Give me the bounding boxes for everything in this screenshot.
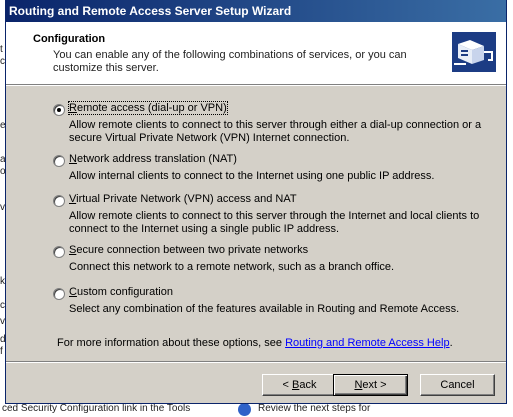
setup-wizard-dialog: Routing and Remote Access Server Setup W…	[5, 0, 507, 404]
option-custom-configuration-label[interactable]: Custom configuration	[69, 286, 173, 298]
wizard-header: Configuration You can enable any of the …	[6, 22, 506, 84]
page-subtitle: You can enable any of the following comb…	[53, 49, 407, 74]
radio-custom-configuration[interactable]	[53, 288, 65, 300]
header-divider	[6, 84, 506, 86]
back-button[interactable]: < Back	[262, 374, 337, 396]
background-text: ced Security Configuration link in the T…	[2, 403, 191, 414]
radio-nat[interactable]	[53, 155, 65, 167]
cancel-button[interactable]: Cancel	[420, 374, 495, 396]
option-vpn-and-nat-label[interactable]: Virtual Private Network (VPN) access and…	[69, 193, 297, 205]
footer-divider	[6, 361, 506, 363]
network-server-icon	[452, 32, 496, 72]
option-nat-label[interactable]: Network address translation (NAT)	[69, 153, 237, 165]
option-custom-configuration-description: Select any combination of the features a…	[69, 303, 460, 315]
option-secure-connection-label[interactable]: Secure connection between two private ne…	[69, 244, 308, 256]
next-button[interactable]: Next >	[333, 374, 408, 396]
help-link[interactable]: Routing and Remote Access Help	[285, 337, 449, 349]
more-info-text: For more information about these options…	[57, 337, 453, 349]
radio-secure-connection[interactable]	[53, 246, 65, 258]
option-vpn-and-nat-description: Allow remote clients to connect to this …	[69, 210, 480, 235]
window-title: Routing and Remote Access Server Setup W…	[9, 4, 292, 18]
option-remote-access-label[interactable]: Remote access (dial-up or VPN)	[68, 101, 228, 115]
background-window-bottom: ced Security Configuration link in the T…	[0, 402, 513, 417]
title-bar[interactable]: Routing and Remote Access Server Setup W…	[6, 0, 506, 22]
info-icon	[238, 403, 251, 416]
background-text-fragment: f	[0, 346, 3, 357]
radio-remote-access[interactable]	[53, 104, 65, 116]
page-title: Configuration	[33, 33, 106, 45]
option-remote-access-description: Allow remote clients to connect to this …	[69, 119, 482, 144]
option-secure-connection-description: Connect this network to a remote network…	[69, 261, 395, 273]
background-text-fragment: t	[0, 44, 3, 55]
background-text: Review the next steps for	[258, 403, 371, 414]
option-nat-description: Allow internal clients to connect to the…	[69, 170, 435, 182]
radio-vpn-and-nat[interactable]	[53, 195, 65, 207]
